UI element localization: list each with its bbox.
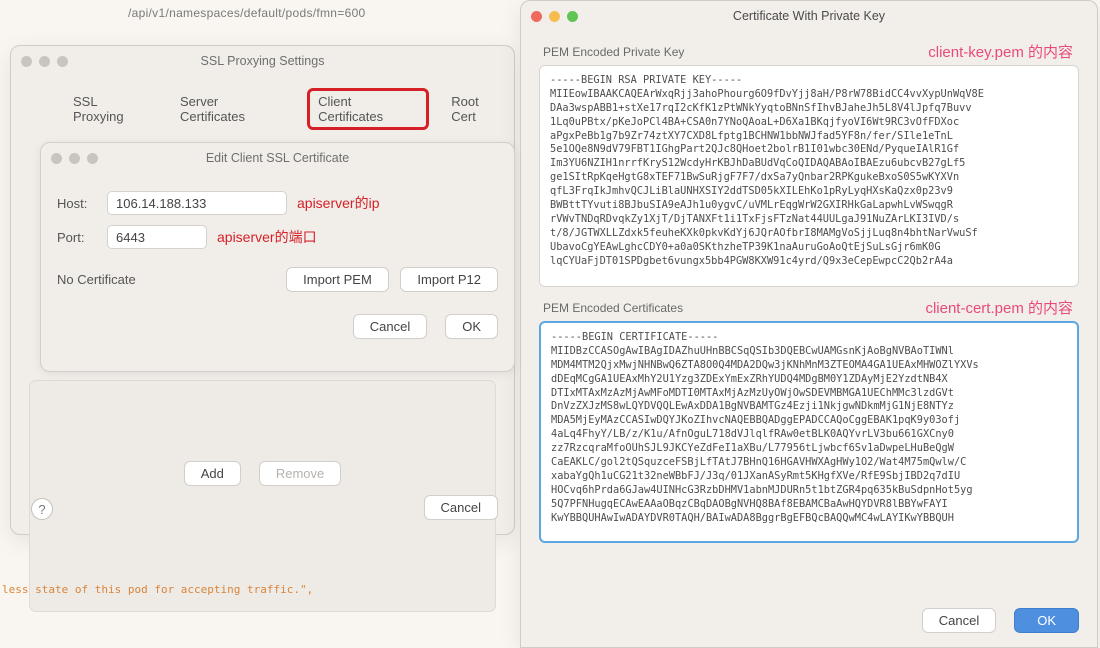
host-input[interactable]: [107, 191, 287, 215]
settings-titlebar: SSL Proxying Settings: [11, 46, 514, 76]
settings-cancel-button[interactable]: Cancel: [424, 495, 498, 520]
tab-root-certificate[interactable]: Root Cert: [443, 90, 514, 128]
cert-window-title: Certificate With Private Key: [521, 9, 1097, 23]
cert-titlebar: Certificate With Private Key: [521, 1, 1097, 31]
certificates-textarea[interactable]: -----BEGIN CERTIFICATE----- MIIDBzCCASOg…: [539, 321, 1079, 543]
add-remove-row: Add Remove: [42, 461, 483, 496]
no-certificate-label: No Certificate: [57, 272, 136, 287]
settings-title: SSL Proxying Settings: [11, 54, 514, 68]
breadcrumb: /api/v1/namespaces/default/pods/fmn=600: [128, 6, 366, 20]
remove-button: Remove: [259, 461, 341, 486]
edit-cert-title: Edit Client SSL Certificate: [41, 151, 514, 165]
cert-ok-button[interactable]: OK: [1014, 608, 1079, 633]
tab-server-certificates[interactable]: Server Certificates: [172, 90, 293, 128]
private-key-textarea[interactable]: -----BEGIN RSA PRIVATE KEY----- MIIEowIB…: [539, 65, 1079, 287]
private-key-annotation: client-key.pem 的内容: [928, 41, 1073, 62]
settings-tabs: SSL Proxying Server Certificates Client …: [11, 76, 514, 140]
terminal-output-text: less state of this pod for accepting tra…: [2, 583, 313, 596]
host-annotation: apiserver的ip: [297, 193, 379, 213]
import-pem-button[interactable]: Import PEM: [286, 267, 389, 292]
tab-ssl-proxying[interactable]: SSL Proxying: [65, 90, 158, 128]
import-p12-button[interactable]: Import P12: [400, 267, 498, 292]
port-input[interactable]: [107, 225, 207, 249]
port-annotation: apiserver的端口: [217, 227, 317, 247]
certificate-with-private-key-window: Certificate With Private Key PEM Encoded…: [520, 0, 1098, 648]
host-label: Host:: [57, 196, 107, 211]
cert-cancel-button[interactable]: Cancel: [922, 608, 996, 633]
edit-cert-titlebar: Edit Client SSL Certificate: [41, 143, 514, 173]
edit-client-ssl-certificate-window: Edit Client SSL Certificate Host: apiser…: [40, 142, 515, 372]
tab-client-certificates[interactable]: Client Certificates: [307, 88, 429, 130]
edit-ok-button[interactable]: OK: [445, 314, 498, 339]
port-label: Port:: [57, 230, 107, 245]
help-button[interactable]: ?: [31, 498, 53, 520]
edit-cancel-button[interactable]: Cancel: [353, 314, 427, 339]
certificates-annotation: client-cert.pem 的内容: [925, 297, 1073, 318]
add-button[interactable]: Add: [184, 461, 241, 486]
